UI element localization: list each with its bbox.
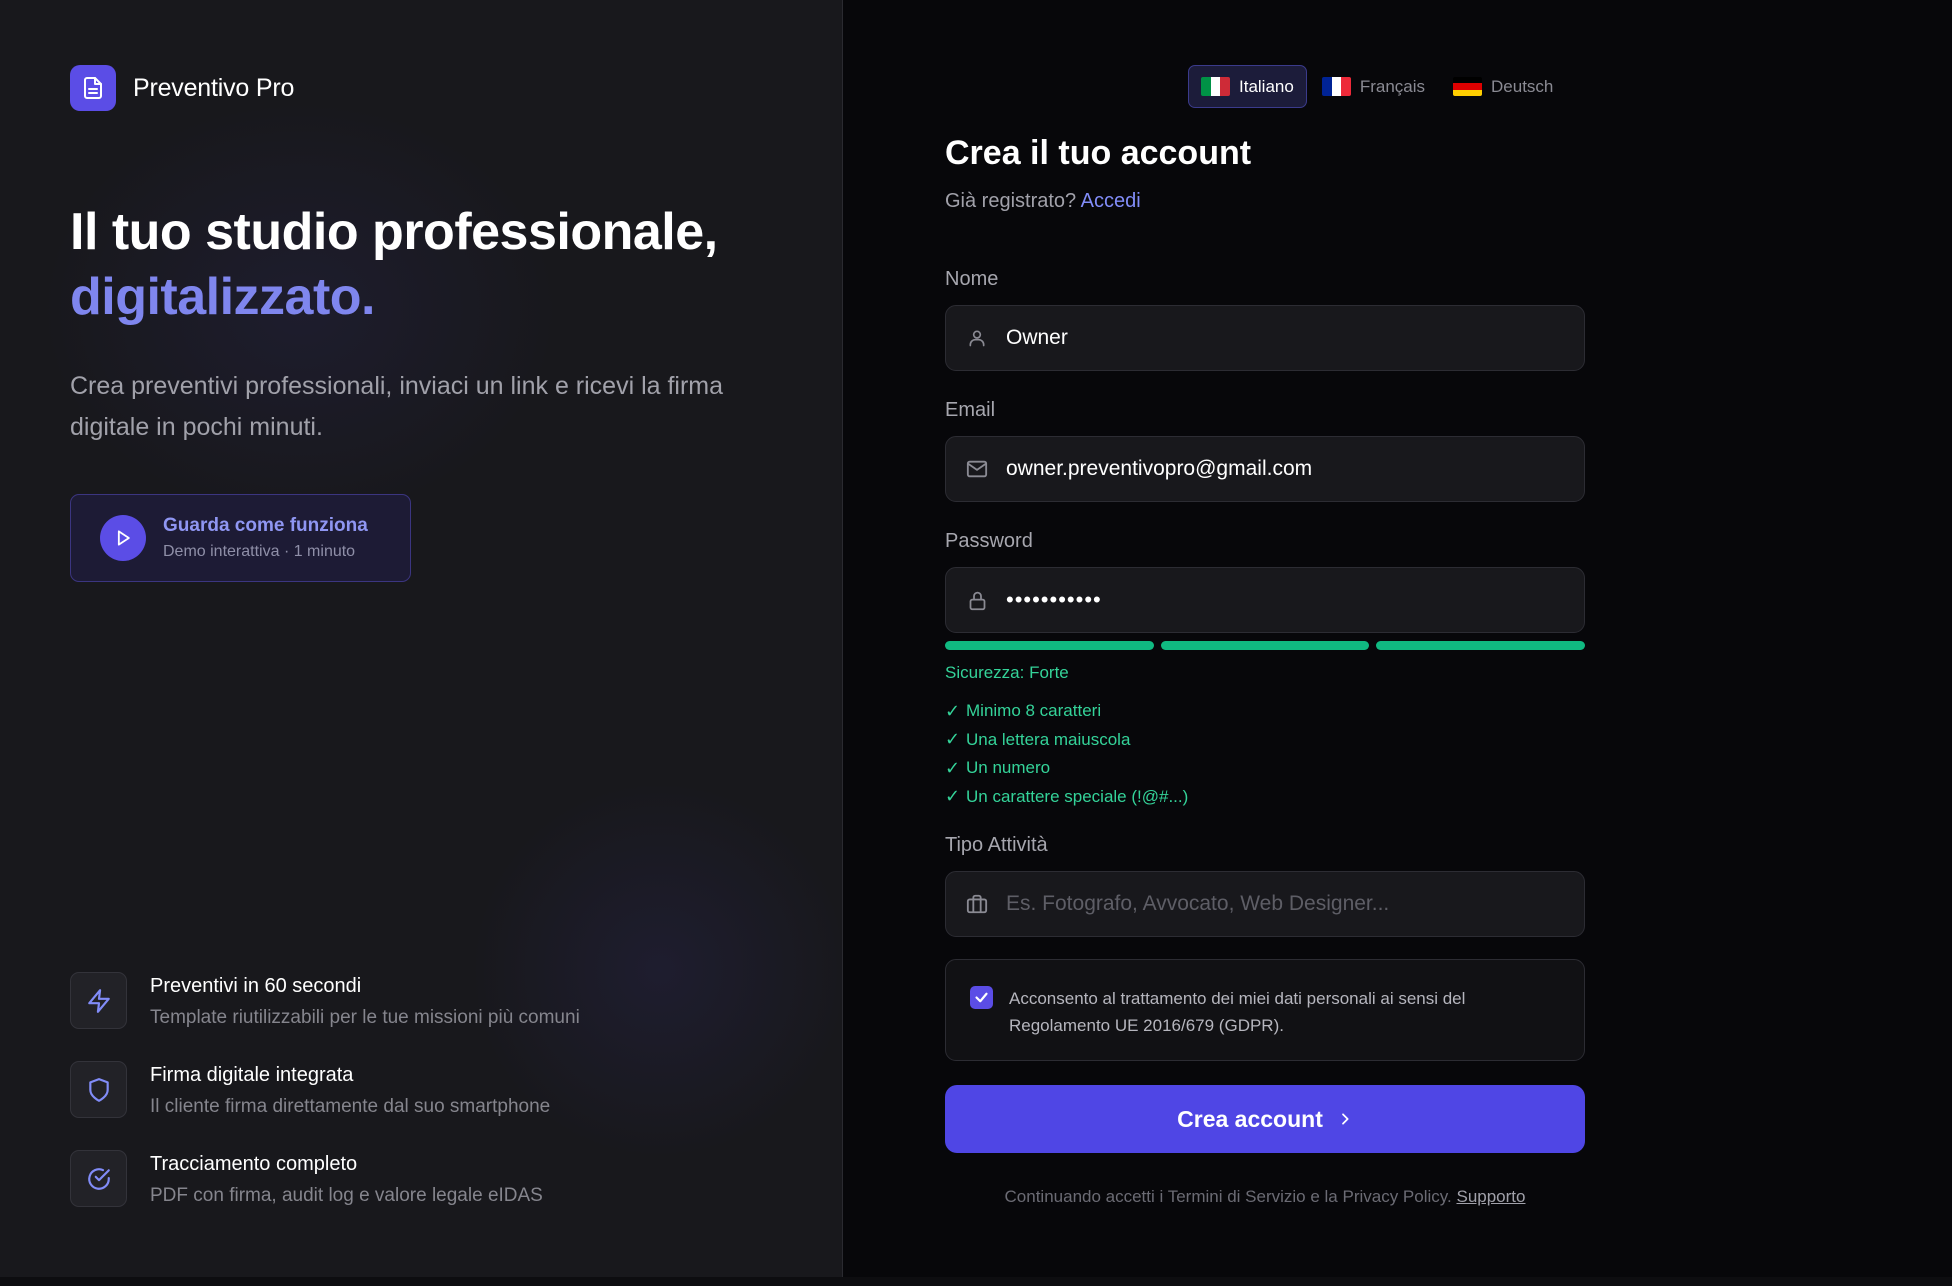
demo-subtitle: Demo interattiva · 1 minuto: [163, 543, 356, 560]
flag-france-icon: [1321, 77, 1351, 96]
create-account-label: Crea account: [1177, 1105, 1323, 1132]
feature-item: Preventivi in 60 secondi Template riutil…: [70, 972, 580, 1061]
briefcase-icon: [966, 893, 988, 915]
feature-subtitle: Il cliente firma direttamente dal suo sm…: [150, 1096, 551, 1117]
gdpr-consent: Acconsento al trattamento dei miei dati …: [945, 959, 1585, 1061]
name-value: Owner: [1006, 326, 1068, 349]
activity-label: Tipo Attività: [945, 834, 1048, 856]
bottom-strip: [0, 1277, 1952, 1286]
user-icon: [966, 327, 988, 349]
language-label: Deutsch: [1491, 76, 1554, 96]
password-label: Password: [945, 530, 1033, 552]
hero-title-line1: Il tuo studio professionale,: [70, 203, 718, 261]
chevron-right-icon: [1337, 1111, 1353, 1127]
check-icon: ✓: [945, 786, 961, 807]
password-field[interactable]: •••••••••••: [945, 567, 1585, 633]
watch-demo-button[interactable]: Guarda come funziona Demo interattiva · …: [70, 494, 411, 582]
strength-segment: [1160, 641, 1370, 650]
gdpr-consent-checkbox[interactable]: [970, 986, 993, 1009]
password-rule: ✓ Una lettera maiuscola: [945, 729, 1131, 750]
password-rules: ✓ Minimo 8 caratteri ✓ Una lettera maius…: [945, 697, 1188, 811]
language-option-francais[interactable]: Français: [1309, 65, 1438, 108]
password-rule: ✓ Minimo 8 caratteri: [945, 700, 1102, 721]
hero-title: Il tuo studio professionale, digitalizza…: [70, 200, 718, 330]
feature-item: Firma digitale integrata Il cliente firm…: [70, 1061, 580, 1150]
brand[interactable]: Preventivo Pro: [70, 65, 294, 111]
create-account-button[interactable]: Crea account: [945, 1085, 1585, 1153]
check-icon: ✓: [945, 700, 961, 721]
gdpr-consent-text: Acconsento al trattamento dei miei dati …: [1009, 989, 1466, 1035]
terms-notice: Continuando accetti i Termini di Servizi…: [945, 1187, 1585, 1207]
feature-title: Firma digitale integrata: [150, 1064, 354, 1086]
strength-segment: [945, 641, 1154, 650]
strength-segment: [1376, 641, 1586, 650]
language-label: Français: [1359, 76, 1426, 96]
shield-icon: [70, 1061, 127, 1118]
language-option-italiano[interactable]: Italiano: [1188, 65, 1307, 108]
password-rule: ✓ Un carattere speciale (!@#...): [945, 786, 1189, 807]
feature-list: Preventivi in 60 secondi Template riutil…: [70, 972, 580, 1239]
terms-text: Continuando accetti i Termini di Servizi…: [1004, 1187, 1452, 1206]
check-icon: ✓: [945, 729, 961, 750]
flag-germany-icon: [1453, 77, 1483, 96]
brand-name: Preventivo Pro: [133, 73, 295, 102]
language-option-deutsch[interactable]: Deutsch: [1440, 65, 1566, 108]
email-value: owner.preventivopro@gmail.com: [1006, 457, 1313, 480]
language-label: Italiano: [1239, 76, 1294, 96]
hero-title-line2: digitalizzato.: [70, 268, 375, 326]
feature-subtitle: PDF con firma, audit log e valore legale…: [150, 1185, 543, 1206]
check-circle-icon: [70, 1150, 127, 1207]
mail-icon: [966, 458, 988, 480]
marketing-panel: Preventivo Pro Il tuo studio professiona…: [0, 0, 843, 1277]
activity-field[interactable]: Es. Fotografo, Avvocato, Web Designer...: [945, 871, 1585, 937]
name-field[interactable]: Owner: [945, 305, 1585, 371]
password-rule: ✓ Un numero: [945, 757, 1051, 778]
password-value: •••••••••••: [1006, 587, 1102, 612]
lightning-icon: [70, 972, 127, 1029]
hero-subtitle: Crea preventivi professionali, inviaci u…: [70, 372, 724, 441]
login-prompt: Già registrato? Accedi: [945, 190, 1141, 213]
check-icon: ✓: [945, 757, 961, 778]
feature-item: Tracciamento completo PDF con firma, aud…: [70, 1150, 580, 1239]
email-field[interactable]: owner.preventivopro@gmail.com: [945, 436, 1585, 502]
lock-icon: [966, 589, 988, 611]
language-switcher: Italiano Français Deutsch: [1188, 65, 1568, 108]
support-link[interactable]: Supporto: [1456, 1187, 1525, 1206]
flag-italy-icon: [1201, 77, 1230, 96]
login-prompt-text: Già registrato?: [945, 190, 1077, 212]
feature-subtitle: Template riutilizzabili per le tue missi…: [150, 1007, 580, 1028]
password-strength-meter: [945, 641, 1586, 650]
form-title: Crea il tuo account: [945, 134, 1252, 172]
password-strength-label: Sicurezza: Forte: [945, 663, 1069, 682]
activity-placeholder: Es. Fotografo, Avvocato, Web Designer...: [1006, 892, 1390, 915]
login-link[interactable]: Accedi: [1081, 190, 1141, 212]
name-label: Nome: [945, 268, 999, 290]
feature-title: Tracciamento completo: [150, 1153, 358, 1175]
demo-title: Guarda come funziona: [163, 515, 368, 536]
play-icon: [100, 515, 146, 561]
email-label: Email: [945, 399, 996, 421]
document-icon: [70, 65, 116, 111]
feature-title: Preventivi in 60 secondi: [150, 975, 362, 997]
